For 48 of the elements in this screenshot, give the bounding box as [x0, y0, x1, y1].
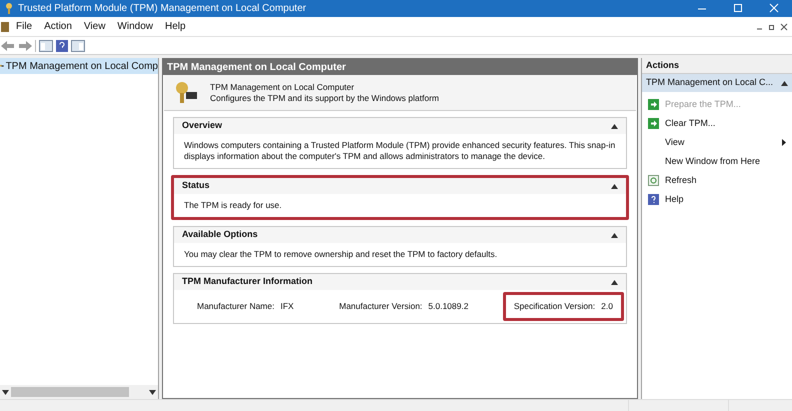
actions-pane-entry[interactable]: New Window from Here	[642, 152, 792, 171]
snapin-description: Configures the TPM and its support by the Windows platform	[210, 92, 439, 104]
submenu-arrow-icon	[782, 139, 786, 146]
collapse-icon[interactable]	[611, 184, 618, 188]
console-tree-icon[interactable]	[39, 40, 53, 52]
tree-item[interactable]: TPM Management on Local Comp	[0, 58, 158, 74]
menu-item[interactable]: View	[78, 19, 112, 34]
action-pane-icon[interactable]	[71, 40, 85, 52]
actions-pane-entry[interactable]: View	[642, 133, 792, 152]
section-title: Available Options	[182, 228, 258, 242]
collapse-icon[interactable]	[781, 80, 788, 86]
help-icon[interactable]	[56, 40, 68, 52]
menu-item[interactable]: Help	[159, 19, 192, 34]
actions-group-header[interactable]: TPM Management on Local C...	[642, 74, 792, 92]
collapse-icon[interactable]	[611, 232, 618, 238]
help-icon	[648, 194, 659, 205]
forward-arrow-icon[interactable]	[18, 40, 32, 50]
actions-pane-entry[interactable]: Clear TPM...	[642, 114, 792, 133]
console-icon	[1, 22, 9, 32]
pane-header: TPM Management on Local Computer	[163, 59, 637, 75]
arrow-square-icon	[648, 118, 659, 129]
info-field: Manufacturer Version: 5.0.1089.2	[328, 292, 480, 321]
window-title: Trusted Platform Module (TPM) Management on Local Computer	[18, 2, 306, 16]
actions-pane-entry[interactable]: Refresh	[642, 171, 792, 190]
section-title: TPM Manufacturer Information	[182, 275, 313, 288]
section-text: Windows computers containing a Trusted Platform Module (TPM) provide enhanced security features. This snap-in displays information about the computer's TPM and allows administrators to manage the device.	[183, 139, 616, 163]
menu-item[interactable]: Window	[111, 19, 159, 34]
close-icon[interactable]	[780, 22, 788, 30]
arrow-square-icon	[648, 99, 659, 110]
back-arrow-icon[interactable]	[1, 40, 15, 50]
info-field: Manufacturer Name: IFX	[186, 292, 305, 321]
section-title: Status	[182, 179, 210, 192]
info-field: Specification Version: 2.0	[502, 292, 624, 321]
collapse-icon[interactable]	[611, 280, 618, 284]
section-title: Overview	[182, 119, 222, 132]
refresh-icon	[648, 175, 659, 186]
collapse-icon[interactable]	[611, 124, 618, 128]
section-text: The TPM is ready for use.	[183, 199, 283, 212]
actions-header: Actions	[642, 58, 792, 74]
restore-icon[interactable]	[768, 22, 776, 30]
menu-item[interactable]: Action	[38, 19, 78, 34]
section-text: You may clear the TPM to remove ownership and reset the TPM to factory defaults.	[183, 248, 498, 261]
menu-item[interactable]: File	[10, 19, 38, 34]
app-icon	[4, 3, 14, 14]
key-chip-icon	[174, 80, 198, 104]
snapin-title: TPM Management on Local Computer	[210, 82, 356, 92]
actions-pane-entry[interactable]: Help	[642, 190, 792, 209]
horizontal-scrollbar[interactable]	[0, 385, 158, 399]
